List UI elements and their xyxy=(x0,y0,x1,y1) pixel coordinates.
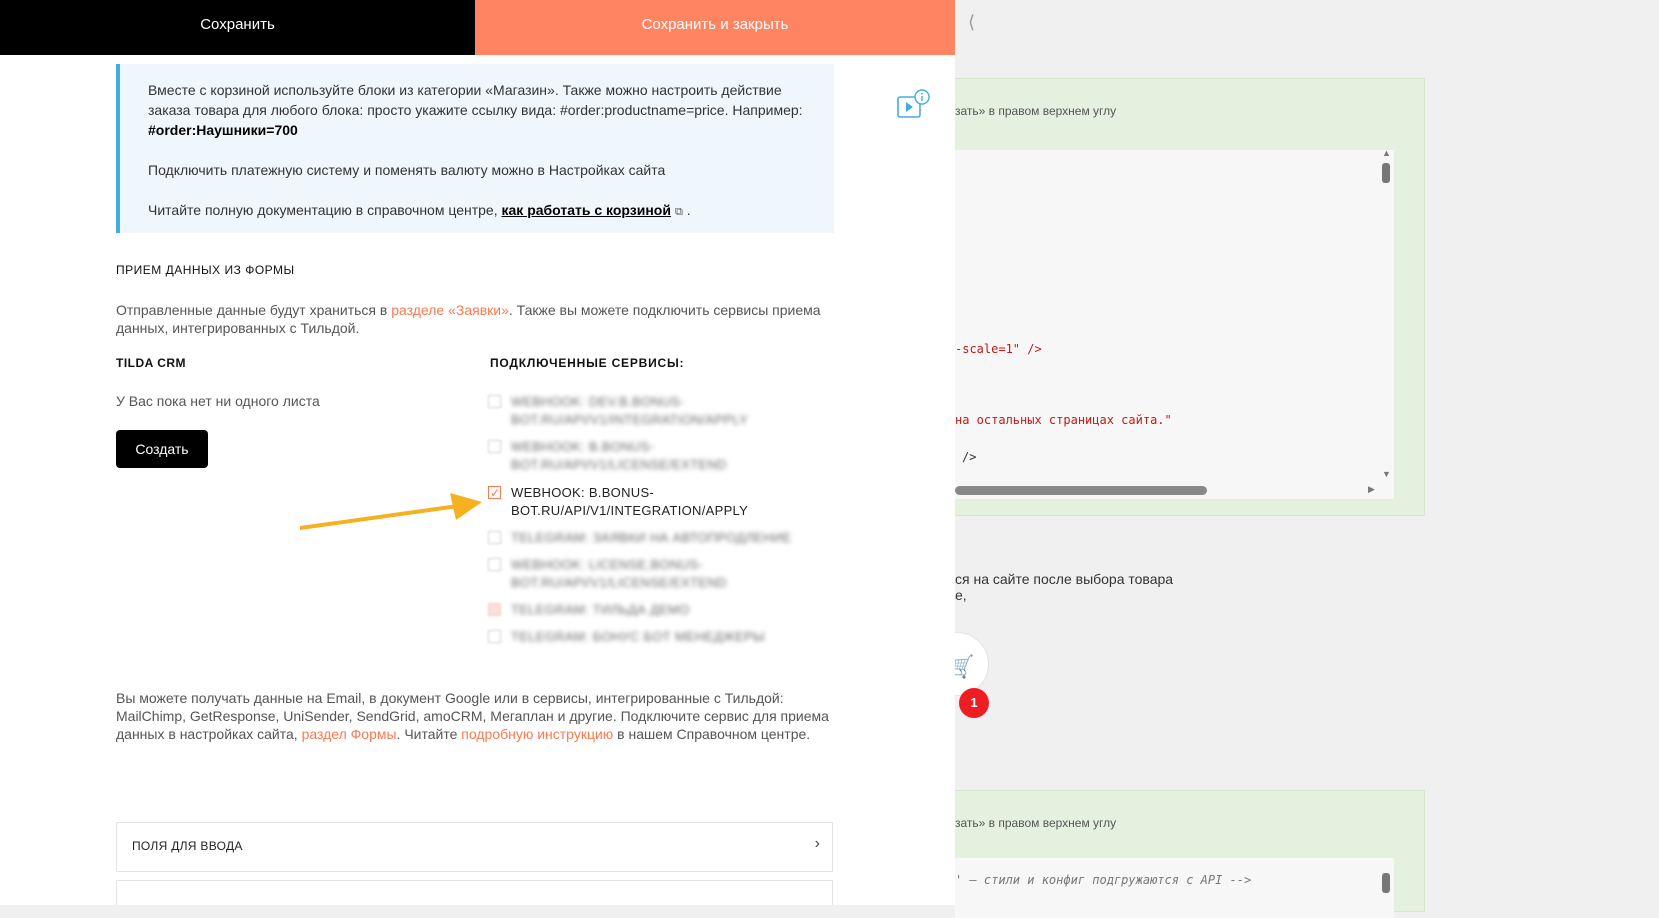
cart-info-box: Вместе с корзиной используйте блоки из к… xyxy=(116,64,834,233)
code-line: на остальных страницах сайта." xyxy=(955,413,1172,427)
panel-toolbar: Сохранить Сохранить и закрыть xyxy=(0,0,955,55)
input-fields-accordion[interactable]: ПОЛЯ ДЛЯ ВВОДА › xyxy=(116,822,833,872)
external-link-icon: ⧉ xyxy=(674,206,683,218)
info-paragraph: Вместе с корзиной используйте блоки из к… xyxy=(148,80,806,140)
bg-text: е, xyxy=(955,587,967,603)
service-label: TELEGRAM: ЗАЯВКИ НА АВТОПРОДЛЕНИЕ xyxy=(511,530,792,545)
save-button[interactable]: Сохранить xyxy=(0,0,475,55)
service-label: WEBHOOK: DEV.B.BONUS-BOT.RU/API/V1/INTEG… xyxy=(511,394,749,427)
service-checkbox[interactable] xyxy=(488,558,501,571)
forms-section-link[interactable]: раздел Формы xyxy=(302,726,397,742)
service-checkbox[interactable] xyxy=(488,603,501,616)
desc-text: Отправленные данные будут храниться в xyxy=(116,302,392,318)
info-text: Вместе с корзиной используйте блоки из к… xyxy=(148,82,803,118)
code-line: /> xyxy=(962,450,977,464)
service-checkbox[interactable] xyxy=(488,630,501,643)
integration-help-text: Вы можете получать данные на Email, в до… xyxy=(116,689,836,743)
video-info-icon[interactable] xyxy=(897,88,931,122)
pointer-arrow-icon xyxy=(300,493,482,530)
next-accordion-row[interactable] xyxy=(116,880,833,905)
order-example: #order:Наушники=700 xyxy=(148,122,298,138)
service-label: WEBHOOK: LICENSE.BONUS-BOT.RU/API/V1/LIC… xyxy=(511,557,727,590)
service-label: WEBHOOK: B.BONUS-BOT.RU/API/V1/LICENSE/E… xyxy=(511,439,727,472)
bg-note: зать» в правом верхнем углу xyxy=(955,104,1117,118)
create-list-button[interactable]: Создать xyxy=(116,430,208,468)
info-text: . xyxy=(682,202,691,218)
connected-services-title: ПОДКЛЮЧЕННЫЕ СЕРВИСЫ: xyxy=(490,356,685,370)
bg-text: ся на сайте после выбора товара xyxy=(955,571,1174,587)
form-data-section-title: ПРИЕМ ДАННЫХ ИЗ ФОРМЫ xyxy=(116,263,295,277)
code-editor[interactable] xyxy=(955,150,1394,499)
collapse-chevron-icon[interactable]: ⟨ xyxy=(968,12,975,33)
save-and-close-button[interactable]: Сохранить и закрыть xyxy=(475,0,955,55)
settings-panel: Сохранить Сохранить и закрыть Вместе с к… xyxy=(0,0,955,905)
horizontal-scrollbar-thumb[interactable] xyxy=(955,486,1207,495)
code-editor[interactable] xyxy=(955,858,1394,918)
code-line: -scale=1" /> xyxy=(955,342,1042,356)
help-text: . Читайте xyxy=(396,726,462,742)
bg-note: зать» в правом верхнем углу xyxy=(955,816,1117,830)
service-checkbox[interactable] xyxy=(488,395,501,408)
vertical-scrollbar-thumb[interactable] xyxy=(1382,163,1390,183)
scroll-up-icon[interactable]: ▲ xyxy=(1382,148,1391,158)
code-line: ' — стили и конфиг подгружаются с API --… xyxy=(955,873,1252,887)
service-label: TELEGRAM: ТИЛЬДА ДЕМО xyxy=(511,602,690,617)
info-text: Читайте полную документацию в справочном… xyxy=(148,202,502,218)
tilda-crm-title: TILDA CRM xyxy=(116,356,187,370)
instruction-link[interactable]: подробную инструкцию xyxy=(461,726,613,742)
info-paragraph: Подключить платежную систему и поменять … xyxy=(148,162,666,178)
service-label: TELEGRAM: БОНУС БОТ МЕНЕДЖЕРЫ xyxy=(511,629,765,644)
info-paragraph: Читайте полную документацию в справочном… xyxy=(148,200,806,222)
form-data-description: Отправленные данные будут храниться в ра… xyxy=(116,301,836,337)
requests-section-link[interactable]: разделе «Заявки» xyxy=(391,302,509,318)
scroll-down-icon[interactable]: ▼ xyxy=(1382,469,1391,479)
chevron-right-icon: › xyxy=(814,835,820,852)
service-label: WEBHOOK: B.BONUS-BOT.RU/API/V1/INTEGRATI… xyxy=(511,485,749,518)
service-checkbox[interactable] xyxy=(488,440,501,453)
help-text: в нашем Справочном центре. xyxy=(613,726,811,742)
cart-count-badge: 1 xyxy=(959,688,989,718)
crm-empty-text: У Вас пока нет ни одного листа xyxy=(116,393,320,409)
input-fields-label: ПОЛЯ ДЛЯ ВВОДА xyxy=(132,839,243,853)
vertical-scrollbar-thumb[interactable] xyxy=(1382,873,1390,893)
scroll-right-icon[interactable]: ▶ xyxy=(1368,484,1375,495)
cart-docs-link[interactable]: как работать с корзиной xyxy=(502,202,671,218)
